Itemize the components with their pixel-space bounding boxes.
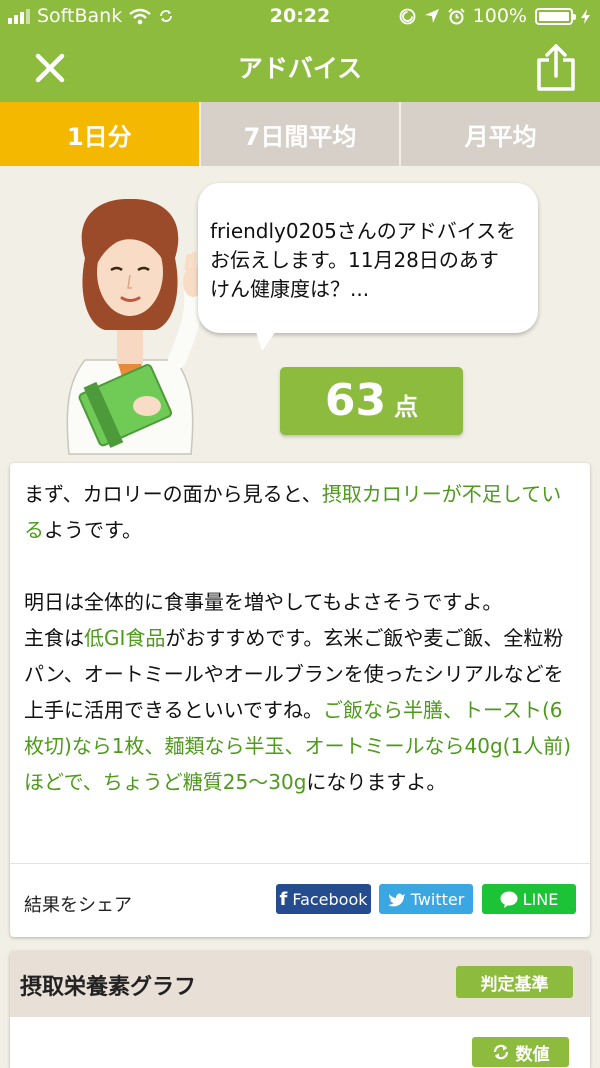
advice-paragraph: 明日は全体的に食事量を増やしてもよさそうですよ。	[24, 584, 576, 620]
advice-text-run: 明日は全体的に食事量を増やしてもよさそうですよ。	[24, 590, 503, 614]
nutrient-graph-header: 摂取栄養素グラフ 判定基準	[10, 951, 590, 1017]
facebook-share-button[interactable]: f Facebook	[276, 884, 371, 914]
battery-icon	[535, 7, 576, 25]
share-label: 結果をシェア	[24, 895, 132, 916]
advisor-illustration	[66, 198, 204, 455]
twitter-label: Twitter	[410, 889, 465, 909]
location-lock-icon	[399, 8, 416, 24]
header-bar: SoftBank 20:22 100% アドバイス	[0, 0, 600, 102]
nav-bar: アドバイス	[0, 32, 600, 102]
advice-highlight-run: 低GI食品	[84, 626, 166, 650]
tab-7day-average[interactable]: 7日間平均	[200, 102, 402, 166]
facebook-icon: f	[279, 888, 288, 910]
advice-text: まず、カロリーの面から見ると、摂取カロリーが不足しているようです。 明日は全体的…	[24, 476, 576, 800]
share-icon[interactable]	[534, 42, 578, 92]
nutrient-graph-section: 摂取栄養素グラフ 判定基準 数値	[10, 951, 590, 1068]
battery-percent: 100%	[472, 5, 527, 27]
tab-monthly-average[interactable]: 月平均	[401, 102, 600, 166]
period-tabs: 1日分 7日間平均 月平均	[0, 102, 600, 166]
alarm-icon	[447, 7, 465, 24]
advice-card: まず、カロリーの面から見ると、摂取カロリーが不足しているようです。 明日は全体的…	[10, 463, 590, 937]
advice-paragraph: 主食は低GI食品がおすすめです。玄米ご飯や麦ご飯、全粒粉パン、オートミールやオー…	[24, 620, 576, 800]
nutrient-graph-title: 摂取栄養素グラフ	[20, 975, 197, 1000]
advice-text-run: まず、カロリーの面から見ると、	[24, 482, 322, 506]
page-title: アドバイス	[237, 54, 363, 83]
charging-icon	[581, 8, 590, 24]
twitter-share-button[interactable]: Twitter	[379, 884, 473, 914]
line-label: LINE	[522, 889, 559, 909]
advice-text-run: になりますよ。	[306, 770, 447, 794]
location-icon	[424, 9, 439, 23]
advice-text-run: 主食は	[24, 626, 84, 650]
line-share-button[interactable]: LINE	[482, 884, 576, 914]
value-toggle-label: 数値	[515, 1044, 550, 1065]
value-toggle-button[interactable]: 数値	[472, 1037, 569, 1067]
advice-text-run: ようです。	[44, 518, 142, 542]
score-value: 63	[324, 375, 387, 426]
share-row: 結果をシェア f Facebook Twitter LINE	[10, 863, 590, 937]
facebook-label: Facebook	[292, 889, 368, 909]
advice-speech-bubble: friendly0205さんのアドバイスをお伝えします。11月28日のあすけん健…	[198, 183, 538, 333]
advice-paragraph: まず、カロリーの面から見ると、摂取カロリーが不足しているようです。	[24, 476, 576, 548]
health-score-badge: 63 点	[280, 367, 463, 435]
status-bar: SoftBank 20:22 100%	[0, 0, 600, 32]
line-bubble-icon	[500, 891, 518, 908]
bubble-tail	[254, 325, 280, 351]
tab-1day[interactable]: 1日分	[0, 102, 201, 166]
criteria-button[interactable]: 判定基準	[456, 966, 573, 998]
refresh-icon	[493, 1044, 508, 1060]
twitter-bird-icon	[387, 893, 405, 906]
score-unit: 点	[394, 393, 419, 421]
